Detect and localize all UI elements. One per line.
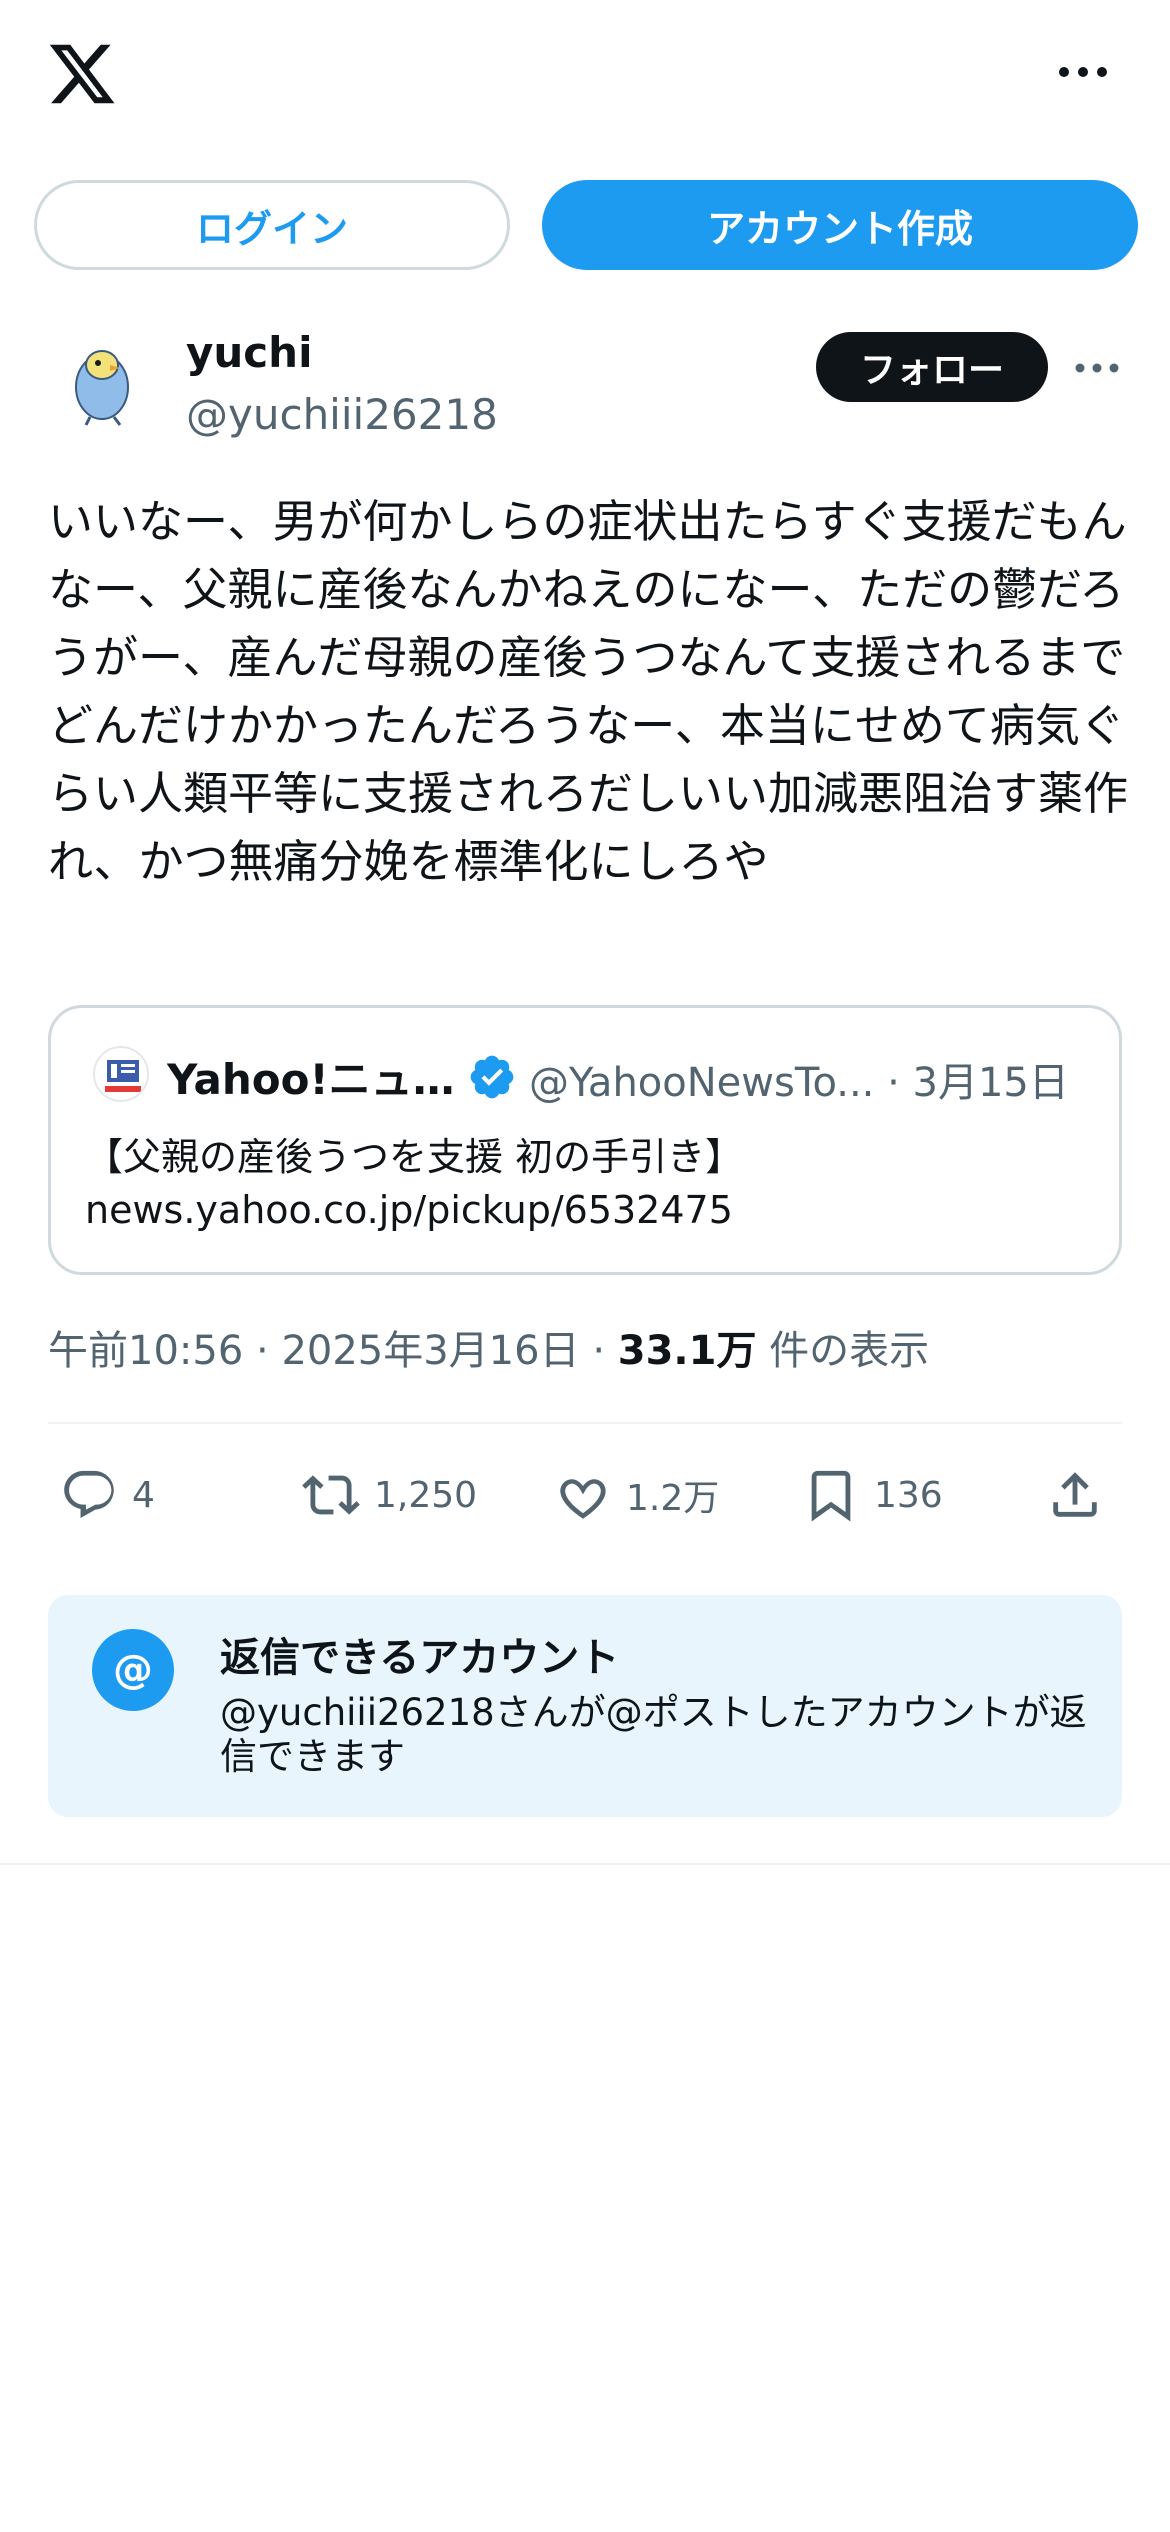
bookmark-button[interactable]: 136 <box>802 1450 943 1540</box>
bookmark-icon <box>811 1470 851 1522</box>
bookmark-count: 136 <box>874 1474 943 1516</box>
action-bar: 4 1,250 1.2万 136 <box>0 1450 1170 1540</box>
post-more-icon[interactable] <box>1072 348 1122 388</box>
login-button[interactable]: ログイン <box>34 180 510 270</box>
heart-icon <box>560 1479 606 1519</box>
reply-count: 4 <box>132 1474 155 1516</box>
avatar[interactable] <box>50 325 160 435</box>
post-timestamp: 午前10:56 · 2025年3月16日 · 33.1万 件の表示 <box>48 1318 929 1376</box>
quoted-display-name: Yahoo!ニュース <box>167 1055 467 1104</box>
divider <box>48 1422 1122 1424</box>
repost-icon <box>302 1475 360 1515</box>
follow-button[interactable]: フォロー <box>816 332 1048 402</box>
display-name[interactable]: yuchi <box>186 328 312 377</box>
more-horizontal-icon[interactable] <box>1058 52 1108 92</box>
verified-badge-icon <box>467 1052 517 1102</box>
post-text: いいなー、男が何かしらの症状出たらすぐ支援だもんなー、父親に産後なんかねえのにな… <box>48 495 1129 888</box>
share-button[interactable] <box>1046 1450 1104 1540</box>
views-label: 件の表示 <box>769 1328 930 1374</box>
repost-button[interactable]: 1,250 <box>302 1450 477 1540</box>
x-logo-icon[interactable] <box>46 38 118 110</box>
reply-icon <box>64 1470 114 1518</box>
divider <box>0 1863 1170 1865</box>
repost-count: 1,250 <box>374 1474 478 1516</box>
quoted-text: 【父親の産後うつを支援 初の手引き】 <box>85 1135 744 1179</box>
separator: · <box>592 1328 606 1374</box>
separator: · <box>256 1328 269 1374</box>
top-bar <box>0 0 1170 150</box>
at-icon: @ <box>92 1629 174 1711</box>
reply-settings-box: @ 返信できるアカウント @yuchiii26218さんが@ポストしたアカウント… <box>48 1595 1122 1817</box>
share-icon <box>1053 1472 1097 1517</box>
like-count: 1.2万 <box>626 1478 720 1519</box>
user-handle[interactable]: @yuchiii26218 <box>186 390 498 439</box>
quoted-post[interactable]: Yahoo!ニュース @YahooNewsTo... · 3月15日 【父親の産… <box>48 1005 1122 1275</box>
post-date[interactable]: 2025年3月16日 <box>281 1328 579 1374</box>
reply-button[interactable]: 4 <box>60 1450 155 1540</box>
reply-settings-description: @yuchiii26218さんが@ポストしたアカウントが返信できます <box>220 1691 1087 1778</box>
quoted-handle-date: @YahooNewsTo... · 3月15日 <box>529 1060 1069 1106</box>
reply-settings-title: 返信できるアカウント <box>220 1635 620 1681</box>
post-time[interactable]: 午前10:56 <box>48 1328 243 1374</box>
quoted-link[interactable]: news.yahoo.co.jp/pickup/6532475 <box>85 1188 733 1232</box>
views-count: 33.1万 <box>617 1328 757 1374</box>
create-account-button[interactable]: アカウント作成 <box>542 180 1138 270</box>
like-button[interactable]: 1.2万 <box>554 1450 719 1540</box>
quoted-avatar <box>93 1046 149 1102</box>
